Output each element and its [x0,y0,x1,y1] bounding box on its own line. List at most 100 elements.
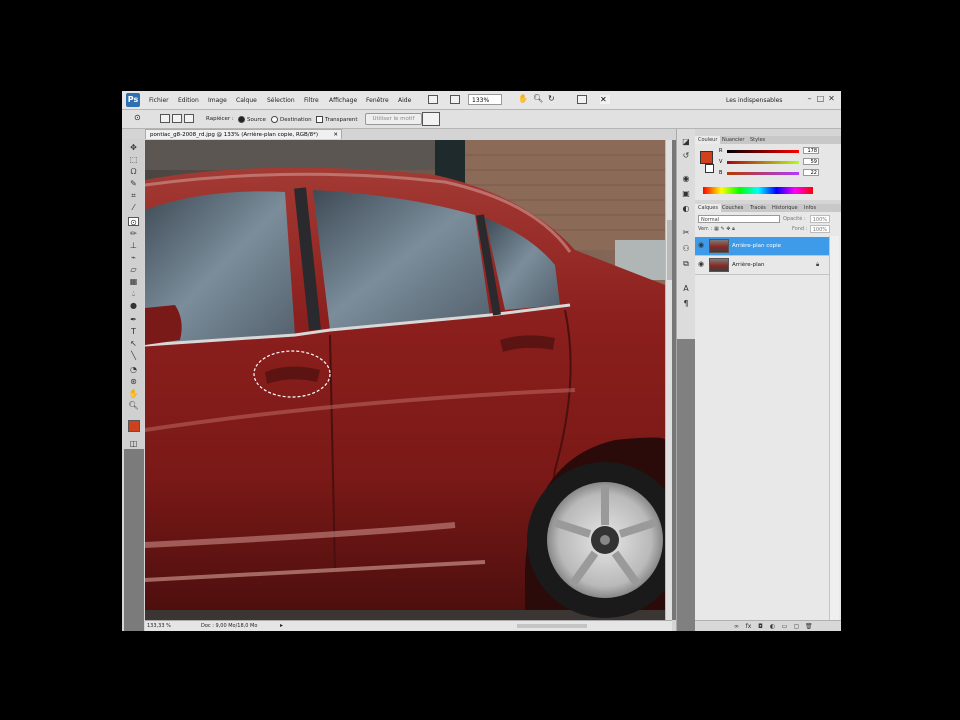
lock-transparency-icon[interactable]: ▦ [714,226,719,232]
channel-v-value[interactable]: 59 [803,158,819,165]
history-brush-tool-icon[interactable]: ⌁ [128,253,139,262]
selection-mode-add-icon[interactable] [172,114,182,123]
pen-tool-icon[interactable]: ✒ [128,315,139,324]
3d-panel-icon[interactable]: ◉ [681,174,691,183]
layers-scrollbar[interactable] [829,236,839,624]
tools-icon[interactable]: ✂ [681,228,691,237]
blur-tool-icon[interactable]: 💧︎ [128,289,139,298]
shape-tool-icon[interactable]: ╲ [128,351,139,360]
quick-mask-icon[interactable]: ◫ [128,439,139,448]
pattern-picker[interactable] [422,112,440,126]
history-icon[interactable]: ↺ [681,151,691,160]
styles-icon[interactable]: ⚇ [681,244,691,253]
layer-row-arriere-plan-copie[interactable]: ◉ Arrière-plan copie [695,237,829,256]
opacity-input[interactable]: 100% [810,215,830,223]
workspace-switcher[interactable]: Les indispensables [726,97,782,104]
tab-calques[interactable]: Calques [695,204,721,212]
brush-tool-icon[interactable]: ✏ [128,229,139,238]
link-layers-icon[interactable]: ∞ [733,623,740,630]
crop-tool-icon[interactable]: ⌗ [128,191,139,200]
selection-mode-new-icon[interactable] [160,114,170,123]
paragraph-icon[interactable]: ¶ [681,299,691,308]
menu-edition[interactable]: Edition [178,97,199,104]
arrange-documents-icon[interactable] [577,95,587,104]
visibility-eye-icon[interactable]: ◉ [698,261,706,268]
close-document-icon[interactable]: ✕ [333,130,338,140]
delete-layer-icon[interactable]: 🗑︎ [805,623,813,630]
type-tool-icon[interactable]: T [128,327,139,336]
fill-input[interactable]: 100% [810,225,830,233]
dodge-tool-icon[interactable]: ● [128,301,139,310]
zoom-tool-icon[interactable]: 🔍︎ [128,401,139,410]
blend-mode-select[interactable]: Normal [698,215,780,223]
channel-b-value[interactable]: 22 [803,169,819,176]
tab-infos[interactable]: Infos [801,204,819,212]
color-spectrum-bar[interactable] [703,187,813,194]
foreground-color-swatch[interactable] [128,420,140,432]
zoom-level[interactable]: 133% [468,94,502,105]
stamp-tool-icon[interactable]: ⊥ [128,241,139,250]
source-radio-icon[interactable] [238,116,245,123]
character-icon[interactable]: A [681,284,691,293]
adjustments-icon[interactable]: ◐ [681,204,691,213]
extras-icon[interactable]: ✕ [600,95,610,104]
menu-calque[interactable]: Calque [236,97,257,104]
add-mask-icon[interactable]: ◘ [757,623,764,630]
lasso-tool-icon[interactable]: ᘯ [128,167,139,176]
maximize-icon[interactable]: □ [816,94,825,104]
menu-aide[interactable]: Aide [398,97,411,104]
zoom-status[interactable]: 133,33 % [147,623,171,629]
canvas-horizontal-scroll-thumb[interactable] [517,624,587,628]
camera-icon[interactable]: ▣ [681,189,691,198]
quick-selection-tool-icon[interactable]: ✎ [128,179,139,188]
transparent-checkbox-icon[interactable] [316,116,323,123]
channel-v-slider[interactable] [727,161,799,164]
color-panel-foreground-swatch[interactable] [700,151,713,164]
destination-radio-icon[interactable] [271,116,278,123]
source-option[interactable]: Source [238,116,266,123]
status-arrow-icon[interactable]: ▸ [280,622,283,629]
destination-option[interactable]: Destination [271,116,312,123]
hand-tool-icon[interactable]: ✋ [518,94,528,103]
hand-tool-icon[interactable]: ✋ [128,389,139,398]
3d-tool-icon[interactable]: ◔ [128,365,139,374]
move-tool-icon[interactable]: ✥ [128,143,139,152]
tab-styles[interactable]: Styles [747,136,768,144]
lock-all-icon[interactable]: 🔒︎ [732,226,735,232]
eraser-tool-icon[interactable]: ▱ [128,265,139,274]
tab-historique[interactable]: Historique [769,204,801,212]
new-layer-icon[interactable]: ▢ [793,623,800,630]
screen-mode-icon[interactable] [450,95,460,104]
rotate-view-icon[interactable]: ↻ [548,94,555,103]
transparent-option[interactable]: Transparent [316,116,358,123]
menu-image[interactable]: Image [208,97,227,104]
bridge-icon[interactable] [428,95,438,104]
eyedropper-tool-icon[interactable]: ⁄ [128,203,139,212]
menu-fichier[interactable]: Fichier [149,97,169,104]
layer-style-icon[interactable]: fx [745,623,752,630]
channel-r-value[interactable]: 178 [803,147,819,154]
patch-tool-icon[interactable]: ⊙ [134,113,141,122]
channel-r-slider[interactable] [727,150,799,153]
menu-fenetre[interactable]: Fenêtre [366,97,389,104]
document-canvas[interactable] [145,140,665,620]
channel-b-slider[interactable] [727,172,799,175]
use-pattern-button[interactable]: Utiliser le motif [365,113,422,125]
gradient-tool-icon[interactable]: ▦ [128,277,139,286]
close-icon[interactable]: ✕ [827,94,836,104]
menu-selection[interactable]: Sélection [267,97,295,104]
adjustment-layer-icon[interactable]: ◐ [769,623,776,630]
lock-position-icon[interactable]: ✥ [726,226,730,232]
zoom-tool-icon[interactable]: 🔍︎ [533,94,543,103]
document-tab[interactable]: pontiac_g8-2008_rd.jpg @ 133% (Arrière-p… [145,129,342,139]
tab-nuancier[interactable]: Nuancier [719,136,747,144]
tab-traces[interactable]: Tracés [747,204,769,212]
marquee-tool-icon[interactable]: ⬚ [128,155,139,164]
layer-row-arriere-plan[interactable]: ◉ Arrière-plan 🔒︎ [695,256,829,275]
selection-mode-subtract-icon[interactable] [184,114,194,123]
tab-couches[interactable]: Couches [719,204,746,212]
visibility-eye-icon[interactable]: ◉ [698,242,706,249]
menu-affichage[interactable]: Affichage [329,97,357,104]
path-selection-tool-icon[interactable]: ↖ [128,339,139,348]
patch-tool-icon-active[interactable]: ⊙ [128,217,139,227]
